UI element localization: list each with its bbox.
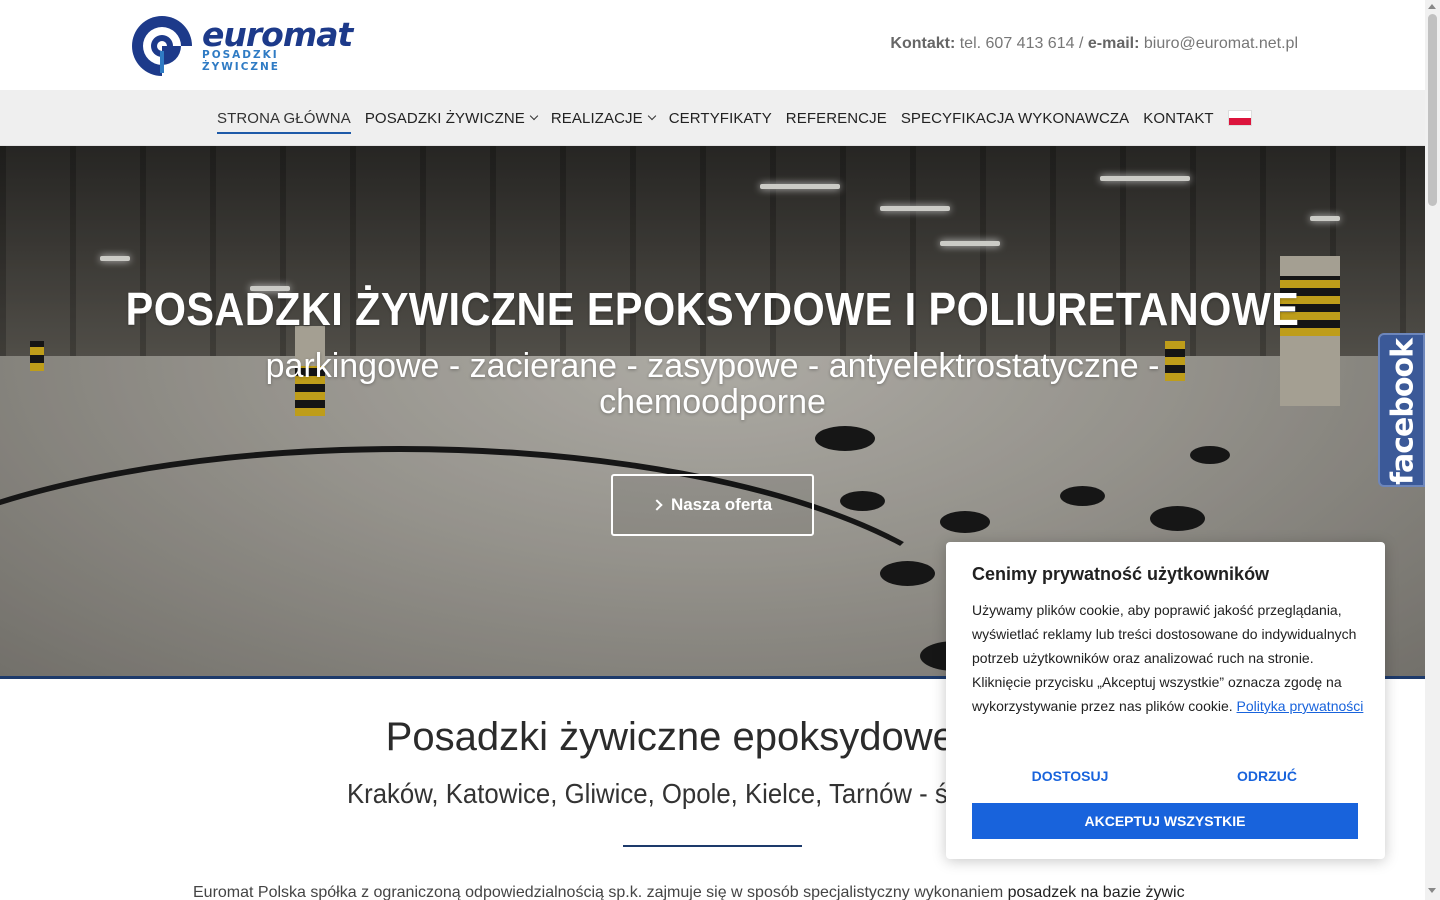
nav-item-resin-floors[interactable]: POSADZKI ŻYWICZNE — [364, 90, 539, 146]
accept-all-button[interactable]: AKCEPTUJ WSZYSTKIE — [972, 803, 1358, 839]
intro-paragraph: Euromat Polska spółka z ograniczoną odpo… — [193, 884, 1253, 900]
nav-label: POSADZKI ŻYWICZNE — [364, 109, 525, 127]
nav-item-realizations[interactable]: REALIZACJE — [550, 90, 656, 146]
contact-label: Kontakt: — [890, 35, 956, 52]
scrollbar-thumb[interactable] — [1428, 14, 1437, 206]
logo[interactable]: euromat POSADZKI ŻYWICZNE — [131, 15, 353, 77]
cookie-text: Używamy plików cookie, aby poprawić jako… — [972, 598, 1364, 718]
our-offer-button[interactable]: Nasza oferta — [611, 474, 814, 536]
contact-separator: / — [1078, 35, 1084, 52]
page-scrollbar[interactable] — [1425, 0, 1440, 900]
site-header: euromat POSADZKI ŻYWICZNE Kontakt: tel. … — [0, 0, 1425, 90]
contact-info: Kontakt: tel. 607 413 614 / e-mail: biur… — [890, 35, 1298, 53]
contact-phone[interactable]: tel. 607 413 614 — [960, 35, 1075, 52]
customize-button[interactable]: DOSTOSUJ — [972, 761, 1168, 791]
cookie-consent-dialog: Cenimy prywatność użytkowników Używamy p… — [946, 542, 1385, 859]
email-label: e-mail: — [1087, 35, 1140, 52]
chevron-right-icon — [651, 499, 663, 511]
polish-flag-icon[interactable] — [1227, 110, 1252, 126]
facebook-label: facebook — [1385, 338, 1421, 486]
scroll-up-arrow-icon[interactable] — [1428, 4, 1436, 9]
intro-highlight: posadzek na bazie żywic — [1007, 884, 1185, 900]
hero-title: POSADZKI ŻYWICZNE EPOKSYDOWE I POLIURETA… — [125, 283, 1300, 335]
facebook-side-tab[interactable]: facebook — [1378, 333, 1425, 487]
nav-label: SPECYFIKACJA WYKONAWCZA — [900, 109, 1130, 127]
nav-label: CERTYFIKATY — [668, 109, 772, 127]
nav-item-references[interactable]: REFERENCJE — [786, 90, 887, 146]
nav-label: STRONA GŁÓWNA — [217, 109, 351, 127]
nav-label: REFERENCJE — [785, 109, 887, 127]
section-divider — [623, 845, 802, 847]
nav-item-specification[interactable]: SPECYFIKACJA WYKONAWCZA — [901, 90, 1129, 146]
logo-tagline: POSADZKI ŻYWICZNE — [202, 49, 280, 73]
chevron-down-icon — [529, 111, 539, 121]
euromat-logo-icon — [132, 16, 193, 77]
contact-email[interactable]: biuro@euromat.net.pl — [1144, 35, 1298, 52]
nav-item-contact[interactable]: KONTAKT — [1143, 90, 1213, 146]
our-offer-label: Nasza oferta — [670, 495, 773, 514]
chevron-down-icon — [647, 111, 656, 121]
hero-subtitle: parkingowe - zacierane - zasypowe - anty… — [265, 347, 1160, 421]
nav-label: REALIZACJE — [550, 109, 643, 127]
nav-item-certificates[interactable]: CERTYFIKATY — [669, 90, 772, 146]
intro-text: Euromat Polska spółka z ograniczoną odpo… — [193, 884, 1008, 900]
reject-button[interactable]: ODRZUĆ — [1169, 761, 1365, 791]
nav-item-home[interactable]: STRONA GŁÓWNA — [217, 90, 351, 146]
scroll-down-arrow-icon[interactable] — [1428, 888, 1436, 893]
main-nav: STRONA GŁÓWNA POSADZKI ŻYWICZNE REALIZAC… — [217, 90, 1252, 146]
privacy-policy-link[interactable]: Polityka prywatności — [1237, 698, 1364, 714]
nav-label: KONTAKT — [1143, 109, 1214, 127]
main-navigation-bar: STRONA GŁÓWNA POSADZKI ŻYWICZNE REALIZAC… — [0, 90, 1425, 146]
cookie-title: Cenimy prywatność użytkowników — [972, 564, 1270, 584]
